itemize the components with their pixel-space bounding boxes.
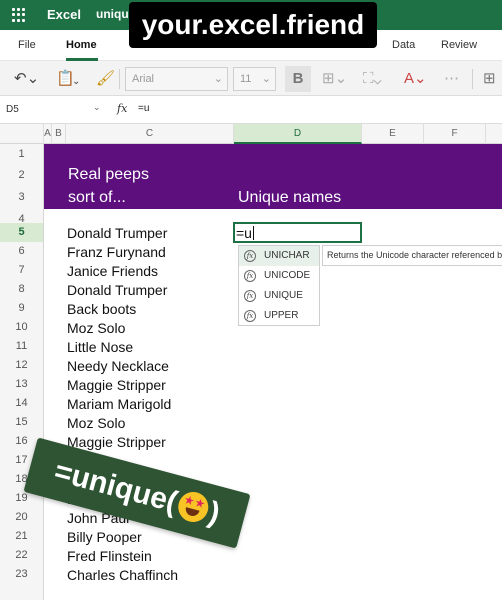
column-headers: A B C D E F bbox=[0, 124, 502, 144]
font-size-value: 11 bbox=[240, 73, 252, 85]
row-header[interactable]: 8 bbox=[0, 280, 43, 299]
function-icon[interactable]: fx bbox=[117, 102, 127, 115]
autocomplete-item-unichar[interactable]: fx UNICHAR bbox=[239, 246, 319, 266]
watermark-banner: your.excel.friend bbox=[129, 2, 377, 48]
row-header[interactable]: 20 bbox=[0, 508, 43, 527]
active-cell-value: =u bbox=[236, 225, 252, 241]
header-unique-names: Unique names bbox=[238, 189, 342, 206]
chevron-down-icon: ⌄ bbox=[261, 73, 271, 85]
row-header[interactable]: 12 bbox=[0, 356, 43, 375]
function-icon: fx bbox=[244, 290, 256, 302]
row-header[interactable]: 11 bbox=[0, 337, 43, 356]
tab-home[interactable]: Home bbox=[66, 39, 97, 51]
divider bbox=[472, 69, 473, 89]
font-name-select[interactable]: Arial ⌄ bbox=[125, 67, 228, 91]
column-header-f[interactable]: F bbox=[424, 124, 486, 144]
formula-input[interactable]: =u bbox=[138, 103, 149, 114]
autocomplete-item-upper[interactable]: fx UPPER bbox=[239, 306, 319, 326]
chevron-down-icon[interactable]: ⌄ bbox=[93, 102, 101, 113]
bold-button[interactable]: B bbox=[285, 66, 311, 92]
row-header[interactable]: 1 bbox=[0, 145, 43, 164]
function-icon: fx bbox=[244, 250, 256, 262]
name-cell[interactable]: Donald Trumper bbox=[67, 281, 167, 300]
autocomplete-item-label: UNICODE bbox=[264, 270, 311, 281]
row-header[interactable]: 13 bbox=[0, 375, 43, 394]
column-header-d[interactable]: D bbox=[234, 124, 362, 144]
undo-icon[interactable]: ↶⌄ bbox=[14, 71, 39, 86]
row-header[interactable]: 10 bbox=[0, 318, 43, 337]
name-cell[interactable]: Fred Flinstein bbox=[67, 547, 152, 566]
text-cursor bbox=[252, 226, 254, 240]
more-options-icon[interactable]: ⋯ bbox=[444, 71, 459, 86]
table-icon[interactable]: ⊞ bbox=[483, 71, 496, 86]
divider bbox=[119, 69, 120, 89]
row-header[interactable]: 5 bbox=[0, 223, 43, 242]
column-header-c[interactable]: C bbox=[66, 124, 234, 144]
row-header[interactable]: 2 bbox=[0, 166, 43, 185]
row-header[interactable]: 3 bbox=[0, 188, 43, 207]
row-headers: 1 2 3 4 5 6 7 8 9 10 11 12 13 14 15 16 1… bbox=[0, 144, 44, 600]
autocomplete-item-label: UNICHAR bbox=[264, 250, 310, 261]
borders-icon[interactable]: ⊞⌄ bbox=[322, 71, 347, 86]
row-header[interactable]: 21 bbox=[0, 527, 43, 546]
select-all-corner[interactable] bbox=[0, 124, 44, 144]
header-left-line1: Real peeps bbox=[68, 166, 149, 183]
sticker-text-close: ) bbox=[205, 495, 224, 531]
name-cell[interactable]: Mariam Marigold bbox=[67, 395, 171, 414]
app-launcher-icon[interactable] bbox=[12, 8, 26, 22]
row-header[interactable]: 14 bbox=[0, 394, 43, 413]
name-cell[interactable]: Janice Friends bbox=[67, 262, 158, 281]
format-painter-icon[interactable]: 🖌 bbox=[96, 71, 115, 86]
autocomplete-item-label: UPPER bbox=[264, 310, 299, 321]
column-header-b[interactable]: B bbox=[52, 124, 66, 144]
name-cell[interactable]: Charles Chaffinch bbox=[67, 566, 178, 585]
autocomplete-item-unique[interactable]: fx UNIQUE bbox=[239, 286, 319, 306]
function-tooltip: Returns the Unicode character referenced… bbox=[322, 245, 502, 266]
document-name[interactable]: uniqu bbox=[96, 7, 129, 21]
header-left-line2: sort of... bbox=[68, 189, 126, 206]
function-icon: fx bbox=[244, 310, 256, 322]
name-cell[interactable]: Maggie Stripper bbox=[67, 376, 166, 395]
tab-review[interactable]: Review bbox=[441, 39, 477, 51]
font-name-value: Arial bbox=[132, 73, 155, 85]
star-struck-emoji-icon: ★ ★ bbox=[174, 488, 212, 526]
tab-data[interactable]: Data bbox=[392, 39, 415, 51]
name-cell[interactable]: Back boots bbox=[67, 300, 136, 319]
name-cell[interactable]: Moz Solo bbox=[67, 414, 125, 433]
row-header[interactable]: 22 bbox=[0, 546, 43, 565]
ribbon-toolbar: ↶⌄ 📋 ⌄ 🖌 Arial ⌄ 11 ⌄ B ⊞⌄ ⛶⌄ A⌄ ⋯ ⊞ bbox=[0, 61, 502, 96]
tab-file[interactable]: File bbox=[18, 39, 36, 51]
autocomplete-item-unicode[interactable]: fx UNICODE bbox=[239, 266, 319, 286]
active-cell-d5[interactable]: =u bbox=[233, 222, 362, 243]
row-header[interactable]: 15 bbox=[0, 413, 43, 432]
row-header[interactable]: 7 bbox=[0, 261, 43, 280]
app-name: Excel bbox=[47, 7, 81, 22]
name-box[interactable]: D5 bbox=[4, 101, 104, 120]
row-header[interactable]: 9 bbox=[0, 299, 43, 318]
name-cell[interactable]: Billy Pooper bbox=[67, 528, 142, 547]
font-color-icon[interactable]: A⌄ bbox=[404, 71, 427, 86]
name-cell[interactable]: Donald Trumper bbox=[67, 224, 167, 243]
name-cell[interactable]: Needy Necklace bbox=[67, 357, 169, 376]
paste-dropdown-icon[interactable]: ⌄ bbox=[72, 74, 80, 89]
row-header[interactable]: 23 bbox=[0, 565, 43, 584]
name-cell[interactable]: Franz Furynand bbox=[67, 243, 166, 262]
row-header[interactable]: 6 bbox=[0, 242, 43, 261]
column-header-e[interactable]: E bbox=[362, 124, 424, 144]
chevron-down-icon: ⌄ bbox=[213, 73, 223, 85]
fill-color-icon[interactable]: ⛶⌄ bbox=[363, 71, 382, 86]
autocomplete-item-label: UNIQUE bbox=[264, 290, 303, 301]
formula-autocomplete-menu: fx UNICHAR fx UNICODE fx UNIQUE fx UPPER bbox=[238, 245, 320, 326]
formula-bar: D5 ⌄ fx =u bbox=[0, 97, 502, 124]
column-header-a[interactable]: A bbox=[44, 124, 52, 144]
function-icon: fx bbox=[244, 270, 256, 282]
name-cell[interactable]: Moz Solo bbox=[67, 319, 125, 338]
font-size-select[interactable]: 11 ⌄ bbox=[233, 67, 276, 91]
name-cell[interactable]: Little Nose bbox=[67, 338, 133, 357]
